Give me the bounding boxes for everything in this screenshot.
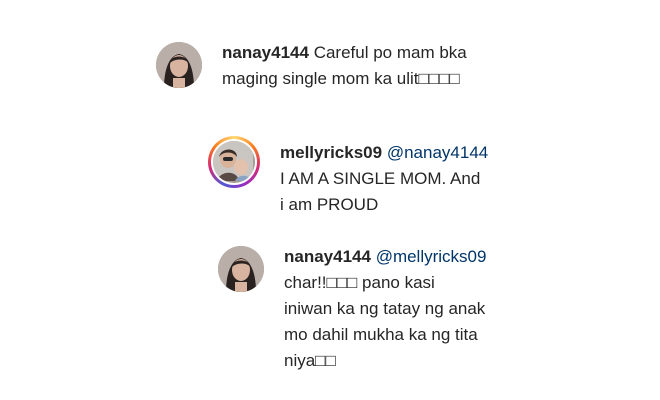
comment-body-line-1: char!!□□□ pano kasi xyxy=(284,273,435,292)
comment-body-line-2: iniwan ka ng tatay ng anak xyxy=(284,299,486,318)
username[interactable]: mellyricks09 xyxy=(280,143,382,162)
comment-body-line-4: niya□□ xyxy=(284,351,336,370)
comment-text: nanay4144 Careful po mam bka maging sing… xyxy=(222,40,467,92)
profile-photo-icon xyxy=(156,42,202,88)
comment-first-line: nanay4144 Careful po mam bka xyxy=(222,40,467,66)
comment-first-line: nanay4144 @mellyricks09 xyxy=(284,244,486,270)
comment-body-line-1: Careful po mam bka xyxy=(313,43,467,62)
comment-body-line-2: maging single mom ka ulit□□□□ xyxy=(222,69,460,88)
comment-text: mellyricks09 @nanay4144 I AM A SINGLE MO… xyxy=(280,140,488,218)
username[interactable]: nanay4144 xyxy=(284,247,371,266)
story-ring[interactable] xyxy=(208,136,260,188)
mention-link[interactable]: @nanay4144 xyxy=(387,143,488,162)
comment-first-line: mellyricks09 @nanay4144 xyxy=(280,140,488,166)
profile-photo-icon xyxy=(213,141,253,181)
comment-nanay4144-2: nanay4144 @mellyricks09 char!!□□□ pano k… xyxy=(218,246,486,374)
comment-mellyricks09: mellyricks09 @nanay4144 I AM A SINGLE MO… xyxy=(208,136,488,218)
avatar-nanay4144[interactable] xyxy=(156,42,202,88)
comment-nanay4144-1: nanay4144 Careful po mam bka maging sing… xyxy=(156,42,467,92)
profile-photo-icon xyxy=(218,246,264,292)
comment-text: nanay4144 @mellyricks09 char!!□□□ pano k… xyxy=(284,244,486,374)
comment-body-line-2: i am PROUD xyxy=(280,195,379,214)
username[interactable]: nanay4144 xyxy=(222,43,309,62)
comment-body-line-1: I AM A SINGLE MOM. And xyxy=(280,169,481,188)
comment-body-line-3: mo dahil mukha ka ng tita xyxy=(284,325,478,344)
avatar-nanay4144[interactable] xyxy=(218,246,264,292)
mention-link[interactable]: @mellyricks09 xyxy=(376,247,487,266)
avatar-mellyricks09 xyxy=(213,141,255,183)
